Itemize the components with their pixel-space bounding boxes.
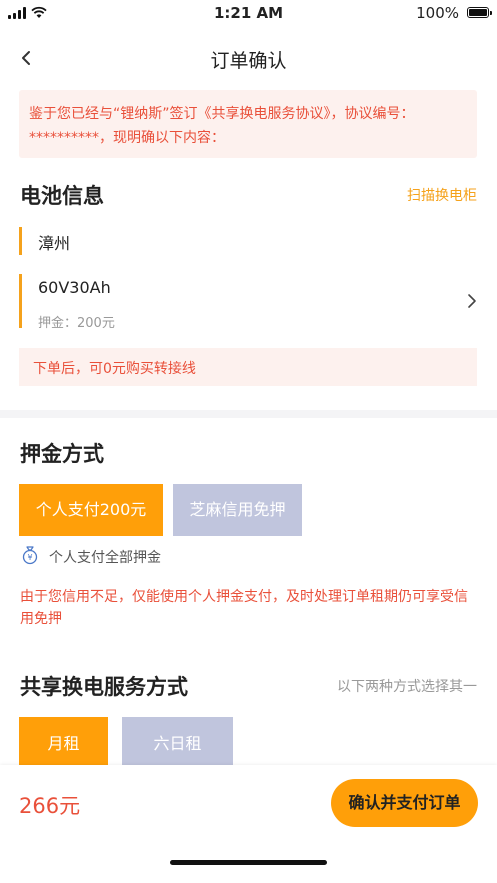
agreement-notice: 鉴于您已经与“锂纳斯”签订《共享换电服务协议》，协议编号：**********，… [19, 90, 477, 158]
deposit-method-title: 押金方式 [20, 442, 104, 466]
chevron-right-icon [468, 294, 476, 308]
battery-info-title: 电池信息 [20, 184, 104, 208]
city-name: 漳州 [38, 234, 71, 253]
battery-model-row[interactable]: 60V30Ah 押金：200元 [19, 274, 497, 331]
adapter-tip-text: 下单后，可0元购买转接线 [33, 361, 196, 377]
monthly-rent-option[interactable]: 月租 [19, 717, 108, 771]
status-bar: 1:21 AM 100% [0, 0, 497, 26]
confirm-pay-button[interactable]: 确认并支付订单 [331, 779, 478, 827]
money-bag-icon: ¥ [22, 546, 38, 565]
battery-percentage: 100% [416, 4, 459, 22]
svg-text:¥: ¥ [27, 553, 32, 562]
model-marker [19, 274, 22, 328]
city-marker [19, 227, 22, 255]
deposit-amount: 押金：200元 [38, 316, 115, 331]
notice-text: 鉴于您已经与“锂纳斯”签订《共享换电服务协议》，协议编号：**********，… [29, 106, 415, 146]
bottom-bar: 266元 确认并支付订单 [0, 765, 497, 883]
credit-warning: 由于您信用不足，仅能使用个人押金支付，及时处理订单租期仍可享受信用免押 [20, 589, 468, 627]
total-price: 266元 [19, 794, 81, 818]
scan-cabinet-link[interactable]: 扫描换电柜 [407, 185, 477, 205]
nav-bar: 订单确认 [0, 26, 497, 90]
six-day-rent-option[interactable]: 六日租 [122, 717, 233, 771]
adapter-tip: 下单后，可0元购买转接线 [19, 348, 477, 386]
page-title: 订单确认 [210, 50, 287, 72]
battery-model: 60V30Ah [38, 278, 111, 297]
deposit-description: 个人支付全部押金 [49, 550, 161, 566]
personal-pay-option[interactable]: 个人支付200元 [19, 484, 163, 536]
home-indicator [170, 860, 327, 865]
battery-icon [467, 7, 492, 18]
sesame-credit-option[interactable]: 芝麻信用免押 [173, 484, 302, 536]
service-method-hint: 以下两种方式选择其一 [337, 679, 477, 695]
service-method-title: 共享换电服务方式 [20, 675, 188, 699]
